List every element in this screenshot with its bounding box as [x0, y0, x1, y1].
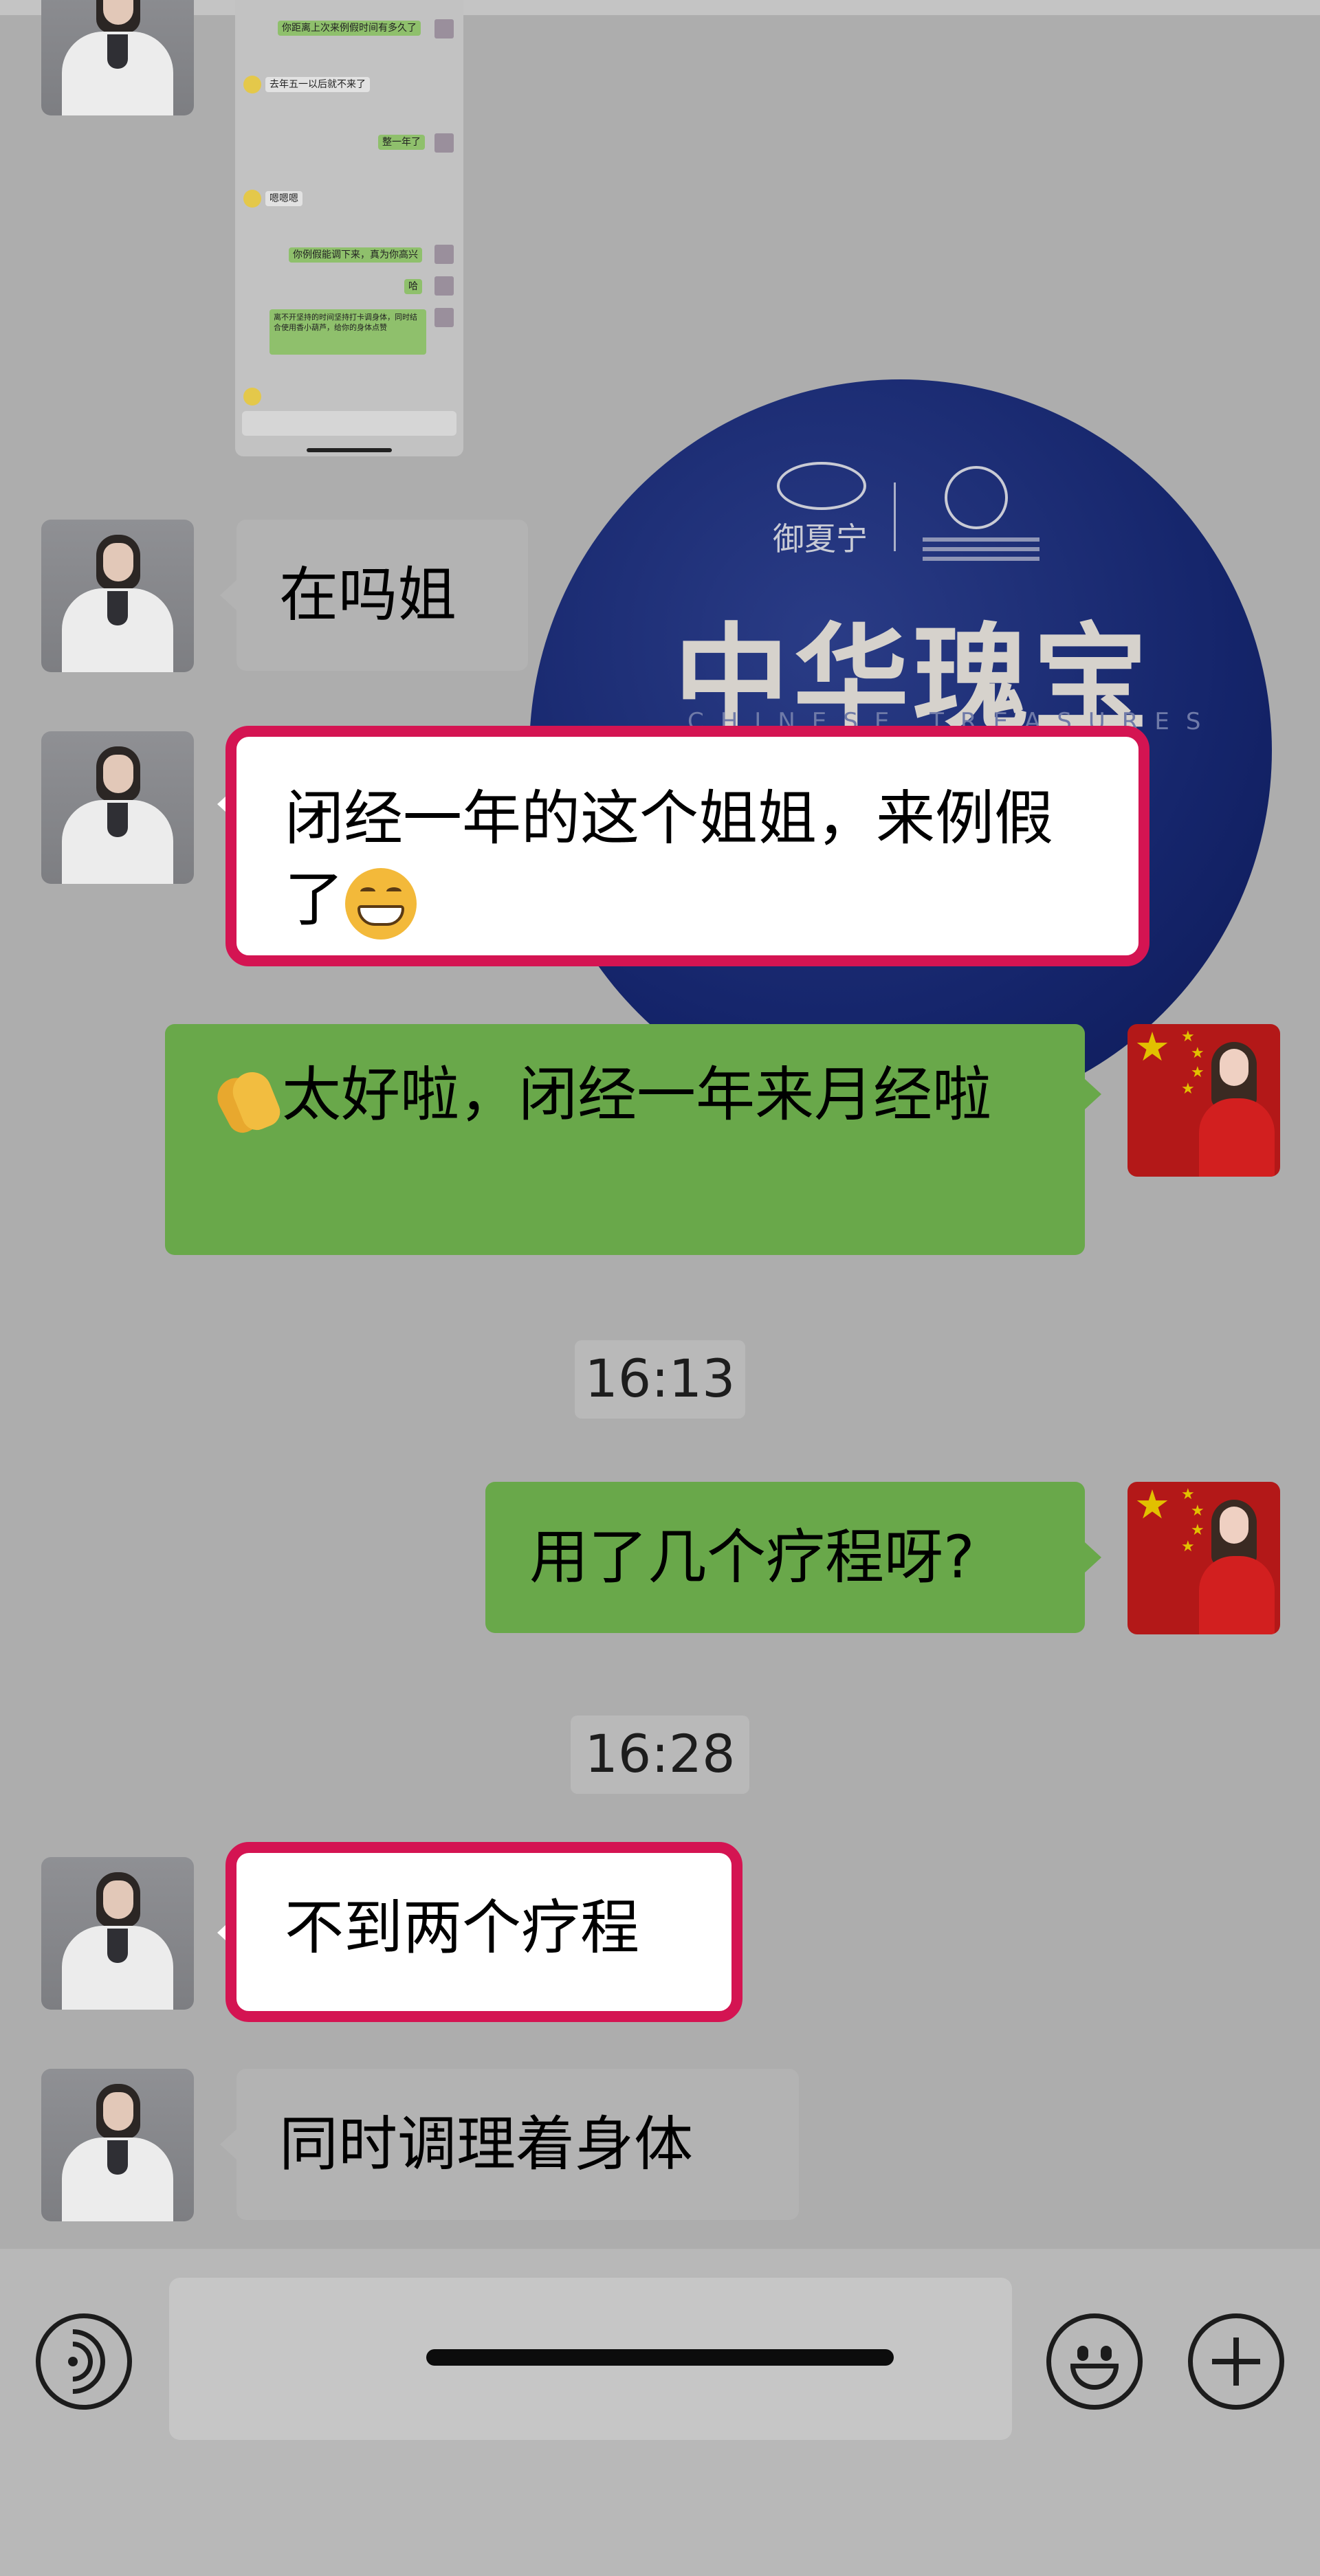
clapping-hands-emoji-icon: [210, 1063, 285, 1138]
highlighted-message-bubble[interactable]: 不到两个疗程: [226, 1842, 742, 2022]
thumbnail-line: 整一年了: [378, 135, 425, 150]
thumbnail-line: 离不开坚持的时间坚持打卡调身体，同时结合使用香小葫芦，给你的身体点赞: [270, 309, 426, 355]
bubble-tail: [1085, 1079, 1101, 1109]
thumbnail-line: 去年五一以后就不来了: [265, 77, 370, 92]
thumbnail-line: 嗯嗯嗯: [265, 191, 302, 206]
brand-logo-icon: [777, 462, 866, 510]
brand-name: 御夏宁: [773, 520, 868, 557]
bubble-tail: [220, 580, 236, 610]
thumbnail-smile-icon: [243, 388, 261, 406]
thumbnail-smile-icon: [243, 76, 261, 93]
thumbnail-avatar: [434, 19, 454, 38]
timestamp: 16:28: [571, 1716, 749, 1794]
my-avatar[interactable]: ★ ★ ★ ★ ★: [1128, 1482, 1280, 1634]
thumbnail-avatar: [434, 133, 454, 153]
voice-icon[interactable]: [27, 2313, 132, 2410]
contact-avatar[interactable]: [41, 0, 194, 115]
message-bubble[interactable]: 同时调理着身体: [236, 2069, 799, 2220]
contact-avatar[interactable]: [41, 520, 194, 672]
image-message-thumbnail[interactable]: 你距离上次来例假时间有多久了 去年五一以后就不来了 整一年了 嗯嗯嗯 你例假能调…: [235, 0, 463, 456]
plus-icon[interactable]: [1188, 2313, 1284, 2410]
contact-avatar[interactable]: [41, 731, 194, 884]
thumbnail-avatar: [434, 276, 454, 296]
bubble-tail: [220, 2129, 236, 2159]
badge-divider: [894, 482, 896, 551]
message-text: 在吗姐: [279, 561, 456, 630]
highlighted-message-bubble[interactable]: 闭经一年的这个姐姐，来例假了: [226, 726, 1150, 966]
thumbnail-input: [242, 411, 456, 436]
timestamp: 16:13: [575, 1340, 745, 1419]
thumbnail-avatar: [434, 245, 454, 264]
bubble-tail: [1085, 1542, 1101, 1573]
badge-fine-print: [923, 537, 1040, 542]
top-status-strip: [0, 0, 1320, 15]
sent-message-bubble[interactable]: 用了几个疗程呀?: [485, 1482, 1085, 1633]
heritage-seal-icon: [945, 466, 1008, 529]
thumbnail-line: 哈: [404, 279, 422, 294]
message-text: 用了几个疗程呀?: [529, 1523, 975, 1592]
contact-avatar[interactable]: [41, 2069, 194, 2221]
grinning-face-emoji-icon: [345, 867, 417, 940]
message-text: 不到两个疗程: [285, 1894, 639, 1962]
thumbnail-line: 你例假能调下来，真为你高兴: [289, 247, 422, 263]
message-text: 太好啦，闭经一年来月经啦: [282, 1061, 991, 1129]
thumbnail-home-indicator: [307, 448, 392, 452]
thumbnail-line: 你距离上次来例假时间有多久了: [278, 21, 421, 36]
thumbnail-smile-icon: [243, 190, 261, 208]
contact-avatar[interactable]: [41, 1857, 194, 2010]
home-indicator[interactable]: [426, 2349, 894, 2366]
emoji-icon[interactable]: [1046, 2313, 1143, 2410]
message-text: 同时调理着身体: [279, 2110, 693, 2179]
sent-message-bubble[interactable]: 太好啦，闭经一年来月经啦: [165, 1024, 1085, 1255]
my-avatar[interactable]: ★ ★ ★ ★ ★: [1128, 1024, 1280, 1177]
message-bubble[interactable]: 在吗姐: [236, 520, 528, 671]
chat-input-bar: [0, 2249, 1320, 2576]
thumbnail-avatar: [434, 308, 454, 327]
